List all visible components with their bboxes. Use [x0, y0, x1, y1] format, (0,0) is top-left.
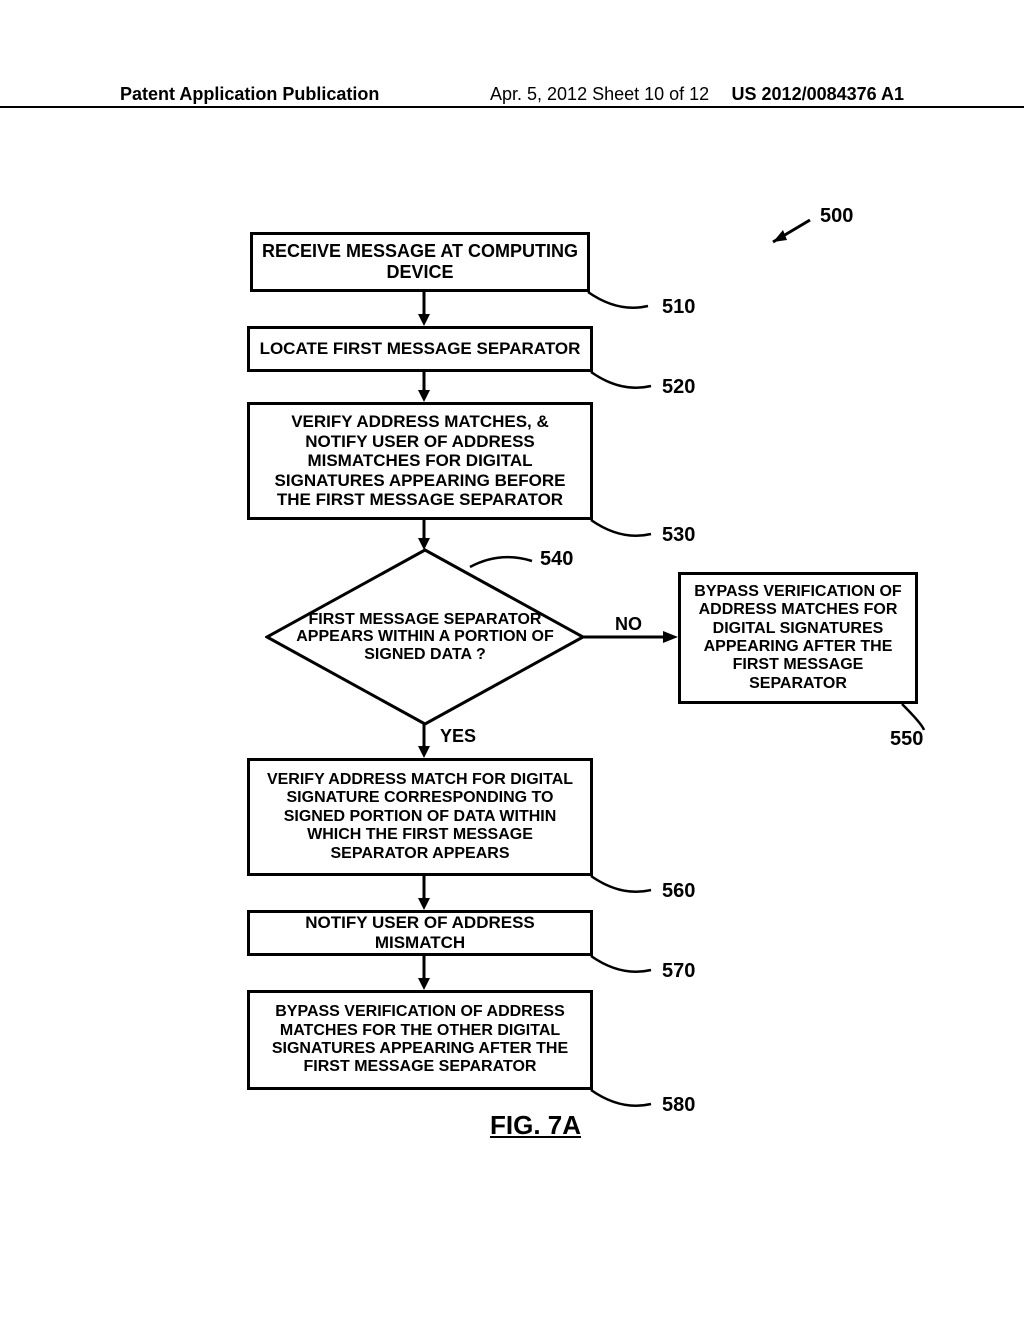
leader-510	[588, 288, 658, 318]
arrow-510-520	[414, 292, 434, 326]
ref-500: 500	[820, 205, 853, 228]
page: Patent Application Publication Apr. 5, 2…	[0, 0, 1024, 1320]
box-530-text: VERIFY ADDRESS MATCHES, & NOTIFY USER OF…	[258, 412, 582, 510]
box-520-text: LOCATE FIRST MESSAGE SEPARATOR	[260, 339, 581, 359]
ref-550: 550	[890, 728, 923, 751]
ref-510: 510	[662, 296, 695, 319]
box-580-text: BYPASS VERIFICATION OF ADDRESS MATCHES F…	[258, 1003, 582, 1077]
decision-540-text: FIRST MESSAGE SEPARATOR APPEARS WITHIN A…	[295, 611, 555, 664]
box-510: RECEIVE MESSAGE AT COMPUTING DEVICE	[250, 232, 590, 292]
box-550: BYPASS VERIFICATION OF ADDRESS MATCHES F…	[678, 572, 918, 704]
ref-560: 560	[662, 880, 695, 903]
ref-570: 570	[662, 960, 695, 983]
leader-520	[591, 368, 661, 398]
box-570: NOTIFY USER OF ADDRESS MISMATCH	[247, 910, 593, 956]
ref-520: 520	[662, 376, 695, 399]
box-520: LOCATE FIRST MESSAGE SEPARATOR	[247, 326, 593, 372]
leader-540	[470, 555, 540, 575]
box-570-text: NOTIFY USER OF ADDRESS MISMATCH	[258, 913, 582, 952]
box-560: VERIFY ADDRESS MATCH FOR DIGITAL SIGNATU…	[247, 758, 593, 876]
box-560-text: VERIFY ADDRESS MATCH FOR DIGITAL SIGNATU…	[258, 771, 582, 863]
ref-540: 540	[540, 548, 573, 571]
leader-580	[591, 1086, 661, 1116]
box-510-text: RECEIVE MESSAGE AT COMPUTING DEVICE	[261, 241, 579, 282]
arrow-530-540	[414, 520, 434, 550]
arrow-570-580	[414, 956, 434, 990]
leader-530	[591, 516, 661, 546]
arrow-540-550	[583, 630, 678, 644]
ref-580: 580	[662, 1094, 695, 1117]
flowchart: 500 RECEIVE MESSAGE AT COMPUTING DEVICE …	[0, 0, 1024, 1320]
leader-560	[591, 872, 661, 902]
ref-arrow-500	[765, 220, 815, 250]
arrow-560-570	[414, 876, 434, 910]
label-yes: YES	[440, 726, 476, 747]
box-550-text: BYPASS VERIFICATION OF ADDRESS MATCHES F…	[689, 583, 907, 693]
box-530: VERIFY ADDRESS MATCHES, & NOTIFY USER OF…	[247, 402, 593, 520]
arrow-520-530	[414, 372, 434, 402]
arrow-540-560	[414, 724, 434, 758]
ref-530: 530	[662, 524, 695, 547]
figure-label: FIG. 7A	[490, 1110, 581, 1141]
leader-570	[591, 952, 661, 982]
box-580: BYPASS VERIFICATION OF ADDRESS MATCHES F…	[247, 990, 593, 1090]
